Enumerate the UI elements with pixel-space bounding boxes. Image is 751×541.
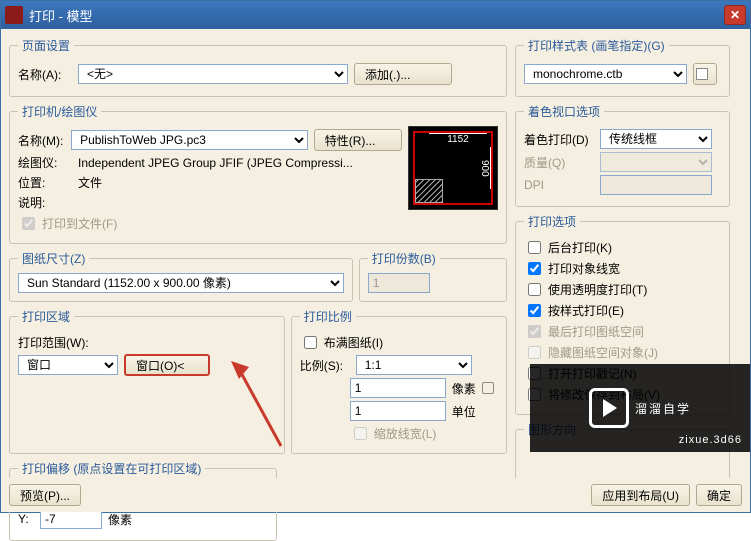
- app-logo: [5, 6, 23, 24]
- plotter-device-label: 绘图仪:: [18, 154, 72, 171]
- opt-background-checkbox[interactable]: [528, 241, 541, 254]
- shade-plot-label: 着色打印(D): [524, 131, 594, 148]
- apply-layout-button[interactable]: 应用到布局(U): [591, 484, 690, 506]
- opt-paperspace-last-checkbox: [528, 325, 541, 338]
- plotter-where-label: 位置:: [18, 174, 72, 191]
- opt-styles-checkbox[interactable]: [528, 304, 541, 317]
- shaded-viewport-legend: 着色视口选项: [524, 103, 604, 120]
- equals-icon: [482, 382, 494, 394]
- preview-button[interactable]: 预览(P)...: [9, 484, 81, 506]
- page-name-label: 名称(A):: [18, 66, 72, 83]
- scale-lineweight-checkbox: [354, 427, 367, 440]
- opt-hide-paperspace-label: 隐藏图纸空间对象(J): [548, 344, 658, 361]
- plot-to-file-label: 打印到文件(F): [42, 215, 117, 232]
- paper-size-legend: 图纸尺寸(Z): [18, 250, 89, 267]
- opt-lineweight-label: 打印对象线宽: [548, 260, 620, 277]
- play-icon: [589, 388, 629, 428]
- plot-what-select[interactable]: 窗口: [18, 355, 118, 375]
- fit-paper-checkbox[interactable]: [304, 336, 317, 349]
- dpi-input: [600, 175, 712, 195]
- shade-plot-select[interactable]: 传统线框: [600, 129, 712, 149]
- watermark-text: 溜溜自学: [635, 400, 691, 417]
- preview-width: 1152: [429, 133, 487, 145]
- copies-input: [368, 273, 430, 293]
- scale-select[interactable]: 1:1: [356, 355, 472, 375]
- printer-props-button[interactable]: 特性(R)...: [314, 129, 402, 151]
- plot-style-group: 打印样式表 (画笔指定)(G) monochrome.ctb: [515, 37, 730, 97]
- quality-select: [600, 152, 712, 172]
- offset-y-unit: 像素: [108, 511, 132, 528]
- plotter-where-value: 文件: [78, 174, 102, 191]
- printer-name-select[interactable]: PublishToWeb JPG.pc3: [71, 130, 308, 150]
- fit-paper-label: 布满图纸(I): [324, 334, 383, 351]
- ok-button[interactable]: 确定: [696, 484, 742, 506]
- opt-transparency-checkbox[interactable]: [528, 283, 541, 296]
- printer-name-label: 名称(M):: [18, 132, 65, 149]
- plot-what-label: 打印范围(W):: [18, 334, 89, 351]
- copies-group: 打印份数(B): [359, 250, 507, 302]
- opt-transparency-label: 使用透明度打印(T): [548, 281, 647, 298]
- scale-unit2-input[interactable]: [350, 401, 446, 421]
- paper-preview: 1152 900: [408, 126, 498, 210]
- plot-scale-legend: 打印比例: [300, 308, 356, 325]
- plot-area-legend: 打印区域: [18, 308, 74, 325]
- offset-y-label: Y:: [18, 512, 34, 526]
- plot-area-group: 打印区域 打印范围(W): 窗口 窗口(O)<: [9, 308, 285, 454]
- watermark: 溜溜自学 zixue.3d66: [530, 364, 750, 452]
- paper-size-select[interactable]: Sun Standard (1152.00 x 900.00 像素): [18, 273, 344, 293]
- opt-lineweight-checkbox[interactable]: [528, 262, 541, 275]
- plotter-desc-label: 说明:: [18, 194, 72, 211]
- scale-lineweight-label: 缩放线宽(L): [374, 425, 437, 442]
- page-setup-group: 页面设置 名称(A): <无> 添加(.)...: [9, 37, 507, 97]
- opt-paperspace-last-label: 最后打印图纸空间: [548, 323, 644, 340]
- plot-style-select[interactable]: monochrome.ctb: [524, 64, 687, 84]
- plot-options-legend: 打印选项: [524, 213, 580, 230]
- opt-hide-paperspace-checkbox: [528, 346, 541, 359]
- plot-to-file-checkbox: [22, 217, 35, 230]
- copies-legend: 打印份数(B): [368, 250, 440, 267]
- plotter-device-value: Independent JPEG Group JFIF (JPEG Compre…: [78, 156, 353, 170]
- plot-offset-legend: 打印偏移 (原点设置在可打印区域): [18, 460, 205, 477]
- table-icon: [696, 68, 708, 80]
- window-pick-button[interactable]: 窗口(O)<: [124, 354, 210, 376]
- printer-group: 打印机/绘图仪 1152 900 名称(M): PublishToWeb JPG…: [9, 103, 507, 244]
- scale-unit1-label: 像素: [452, 380, 476, 397]
- quality-label: 质量(Q): [524, 154, 594, 171]
- opt-styles-label: 按样式打印(E): [548, 302, 624, 319]
- scale-label: 比例(S):: [300, 357, 350, 374]
- watermark-sub: zixue.3d66: [679, 434, 742, 446]
- close-button[interactable]: ✕: [724, 5, 746, 25]
- preview-height: 900: [481, 147, 491, 189]
- scale-unit1-input[interactable]: [350, 378, 446, 398]
- page-setup-legend: 页面设置: [18, 37, 74, 54]
- close-icon: ✕: [730, 8, 740, 22]
- printer-legend: 打印机/绘图仪: [18, 103, 101, 120]
- preview-hatch: [415, 179, 443, 203]
- paper-size-group: 图纸尺寸(Z) Sun Standard (1152.00 x 900.00 像…: [9, 250, 353, 302]
- window-title: 打印 - 模型: [29, 6, 724, 25]
- plot-style-legend: 打印样式表 (画笔指定)(G): [524, 37, 669, 54]
- dpi-label: DPI: [524, 178, 594, 192]
- plot-scale-group: 打印比例 布满图纸(I) 比例(S): 1:1 像素 单位: [291, 308, 507, 454]
- page-name-select[interactable]: <无>: [78, 64, 348, 84]
- add-page-button[interactable]: 添加(.)...: [354, 63, 452, 85]
- offset-y-input[interactable]: [40, 509, 102, 529]
- plot-style-edit-button[interactable]: [693, 63, 717, 85]
- opt-background-label: 后台打印(K): [548, 239, 612, 256]
- scale-unit2-label: 单位: [452, 403, 476, 420]
- shaded-viewport-group: 着色视口选项 着色打印(D) 传统线框 质量(Q) DPI: [515, 103, 730, 207]
